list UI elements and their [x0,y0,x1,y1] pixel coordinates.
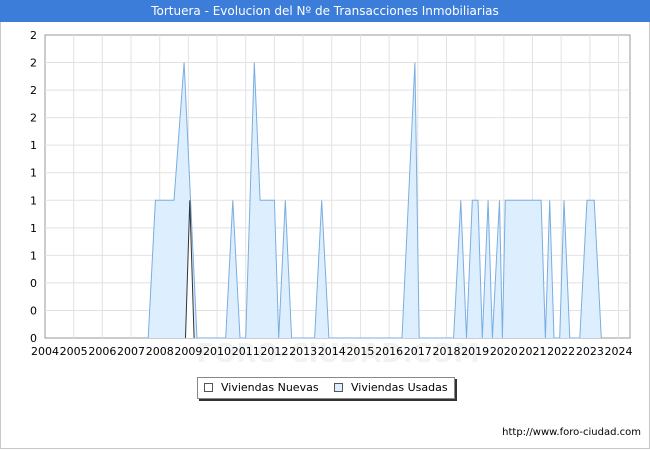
x-tick-label: 2018 [432,345,460,358]
x-tick-label: 2011 [232,345,260,358]
x-tick-label: 2017 [404,345,432,358]
y-tick-label: 1 [30,139,37,152]
x-tick-label: 2016 [375,345,403,358]
x-tick-label: 2020 [490,345,518,358]
y-tick-label: 2 [30,112,37,125]
y-tick-label: 1 [30,194,37,207]
y-axis-ticks: 0 0 0 1 1 1 1 1 2 2 2 2 [30,29,37,345]
y-tick-label: 0 [30,304,37,317]
x-tick-label: 2015 [346,345,374,358]
x-tick-label: 2010 [203,345,231,358]
x-tick-label: 2006 [88,345,116,358]
y-tick-label: 0 [30,332,37,345]
x-tick-label: 2024 [605,345,633,358]
x-tick-label: 2007 [117,345,145,358]
footer-link[interactable]: http://www.foro-ciudad.com [502,427,641,438]
x-tick-label: 2021 [519,345,547,358]
y-tick-label: 1 [30,222,37,235]
legend-swatch-nuevas [204,383,213,392]
x-tick-label: 2019 [461,345,489,358]
x-tick-label: 2023 [576,345,604,358]
legend: Viviendas Nuevas Viviendas Usadas [197,377,455,399]
x-tick-label: 2004 [31,345,59,358]
y-tick-label: 0 [30,277,37,290]
y-tick-label: 1 [30,167,37,180]
y-tick-label: 2 [30,57,37,70]
x-axis-ticks: 2004 2005 2006 2007 2008 2009 2010 2011 2012 2013… [31,345,633,358]
x-tick-label: 2013 [289,345,317,358]
y-tick-label: 2 [30,84,37,97]
x-tick-label: 2008 [146,345,174,358]
x-tick-label: 2022 [547,345,575,358]
y-tick-label: 2 [30,29,37,42]
x-tick-label: 2005 [60,345,88,358]
y-tick-label: 1 [30,249,37,262]
x-tick-label: 2012 [260,345,288,358]
legend-swatch-usadas [334,383,343,392]
legend-label-usadas: Viviendas Usadas [351,381,448,394]
legend-label-nuevas: Viviendas Nuevas [221,381,319,394]
x-tick-label: 2014 [318,345,346,358]
x-tick-label: 2009 [174,345,202,358]
